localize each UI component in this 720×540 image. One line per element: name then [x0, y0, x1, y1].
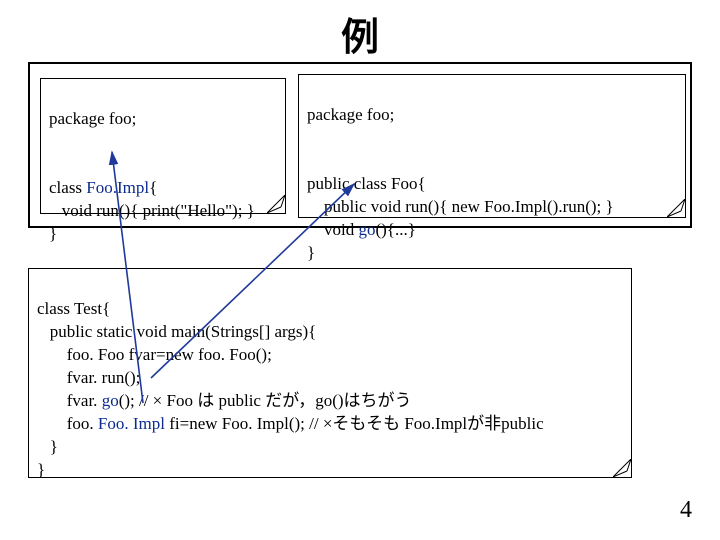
code-note-fooimpl: package foo; class Foo.Impl{ void run(){… — [40, 78, 286, 214]
code-line: } — [37, 437, 58, 456]
highlight-fooimpl: Foo.Impl — [86, 178, 149, 197]
code-line: public void run(){ new Foo.Impl().run();… — [307, 197, 614, 216]
note-fold-icon — [613, 459, 631, 477]
code-line: package foo; — [49, 109, 136, 128]
code-line: } — [49, 224, 57, 243]
code-line: void run(){ print("Hello"); } — [49, 201, 255, 220]
highlight-go-call: go — [102, 391, 119, 410]
note-fold-icon — [267, 195, 285, 213]
note-fold-icon — [667, 199, 685, 217]
code-line: foo. Foo. Impl fi=new Foo. Impl(); // ×そ… — [37, 414, 544, 433]
highlight-fooimpl-call: Foo. Impl — [98, 414, 165, 433]
code-line: } — [307, 243, 315, 262]
code-line: package foo; — [307, 105, 394, 124]
code-line: class Test{ — [37, 299, 110, 318]
code-line: fvar. run(); — [37, 368, 140, 387]
slide-title: 例 — [0, 0, 720, 61]
highlight-go-def: go — [358, 220, 375, 239]
code-note-foo: package foo; public class Foo{ public vo… — [298, 74, 686, 218]
code-line: public static void main(Strings[] args){ — [37, 322, 316, 341]
code-line: public class Foo{ — [307, 174, 426, 193]
code-line: fvar. go(); // × Foo は public だが，go()はちが… — [37, 391, 412, 410]
code-line: class Foo.Impl{ — [49, 178, 157, 197]
slide: 例 package foo; class Foo.Impl{ void run(… — [0, 0, 720, 540]
code-note-test: class Test{ public static void main(Stri… — [28, 268, 632, 478]
code-line: } — [37, 460, 45, 479]
code-line: foo. Foo fvar=new foo. Foo(); — [37, 345, 272, 364]
page-number: 4 — [680, 497, 692, 524]
code-line: void go(){...} — [307, 220, 416, 239]
